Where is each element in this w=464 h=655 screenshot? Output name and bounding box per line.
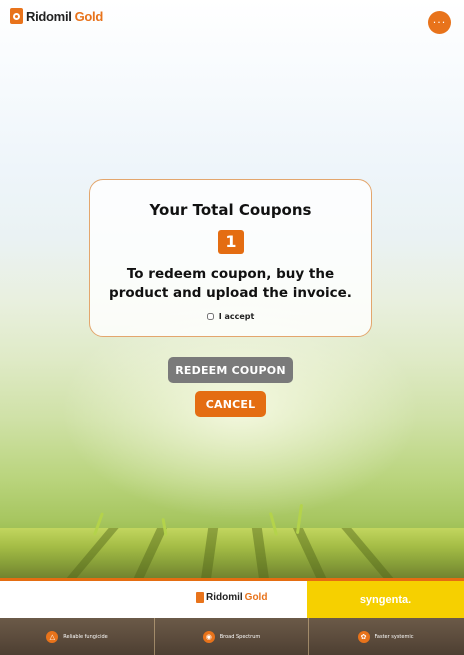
redeem-coupon-button[interactable]: REDEEM COUPON [168,357,293,383]
spectrum-icon: ◉ [202,630,215,643]
accept-row[interactable]: I accept [90,312,371,321]
ridomil-gold-logo: Ridomil Gold [10,6,103,26]
leaf-icon: ✿ [357,630,370,643]
cancel-button[interactable]: CANCEL [195,391,266,417]
feature-label: Broad Spectrum [219,633,261,640]
footer-ridomil-logo: Ridomil Gold [196,592,267,603]
coupons-card: Your Total Coupons 1 To redeem coupon, b… [89,179,372,337]
coupon-screen: Ridomil Gold ··· Your Total Coupons 1 To … [0,0,464,655]
logo-text-gold: Gold [74,8,104,24]
logo-text-ridomil: Ridomil [26,8,72,24]
footer-brand-bar: Ridomil Gold syngenta. [0,578,464,618]
feature-label: Reliable fungicide [63,633,108,640]
features-bar: △ Reliable fungicide ◉ Broad Spectrum ✿ … [0,618,464,655]
feature-item: ✿ Faster systemic [308,618,462,655]
more-options-button[interactable]: ··· [428,11,451,34]
more-horizontal-icon: ··· [432,16,447,29]
accept-label: I accept [218,312,255,321]
coupon-count-badge: 1 [218,230,244,254]
feature-item: △ Reliable fungicide [0,618,154,655]
syngenta-panel: syngenta. [307,581,464,618]
ridomil-badge-icon [10,8,23,24]
flame-icon: △ [46,630,59,643]
card-title: Your Total Coupons [149,201,312,219]
footer-logo-text-gold: Gold [244,592,268,603]
feature-label: Faster systemic [374,633,414,640]
crop-field-image [0,528,464,580]
redeem-instructions: To redeem coupon, buy the product and up… [109,266,352,301]
ridomil-badge-icon [196,592,204,603]
feature-item: ◉ Broad Spectrum [154,618,308,655]
accept-checkbox[interactable] [206,313,214,320]
footer-logo-text-ridomil: Ridomil [206,592,243,603]
syngenta-logo: syngenta. [359,593,412,606]
